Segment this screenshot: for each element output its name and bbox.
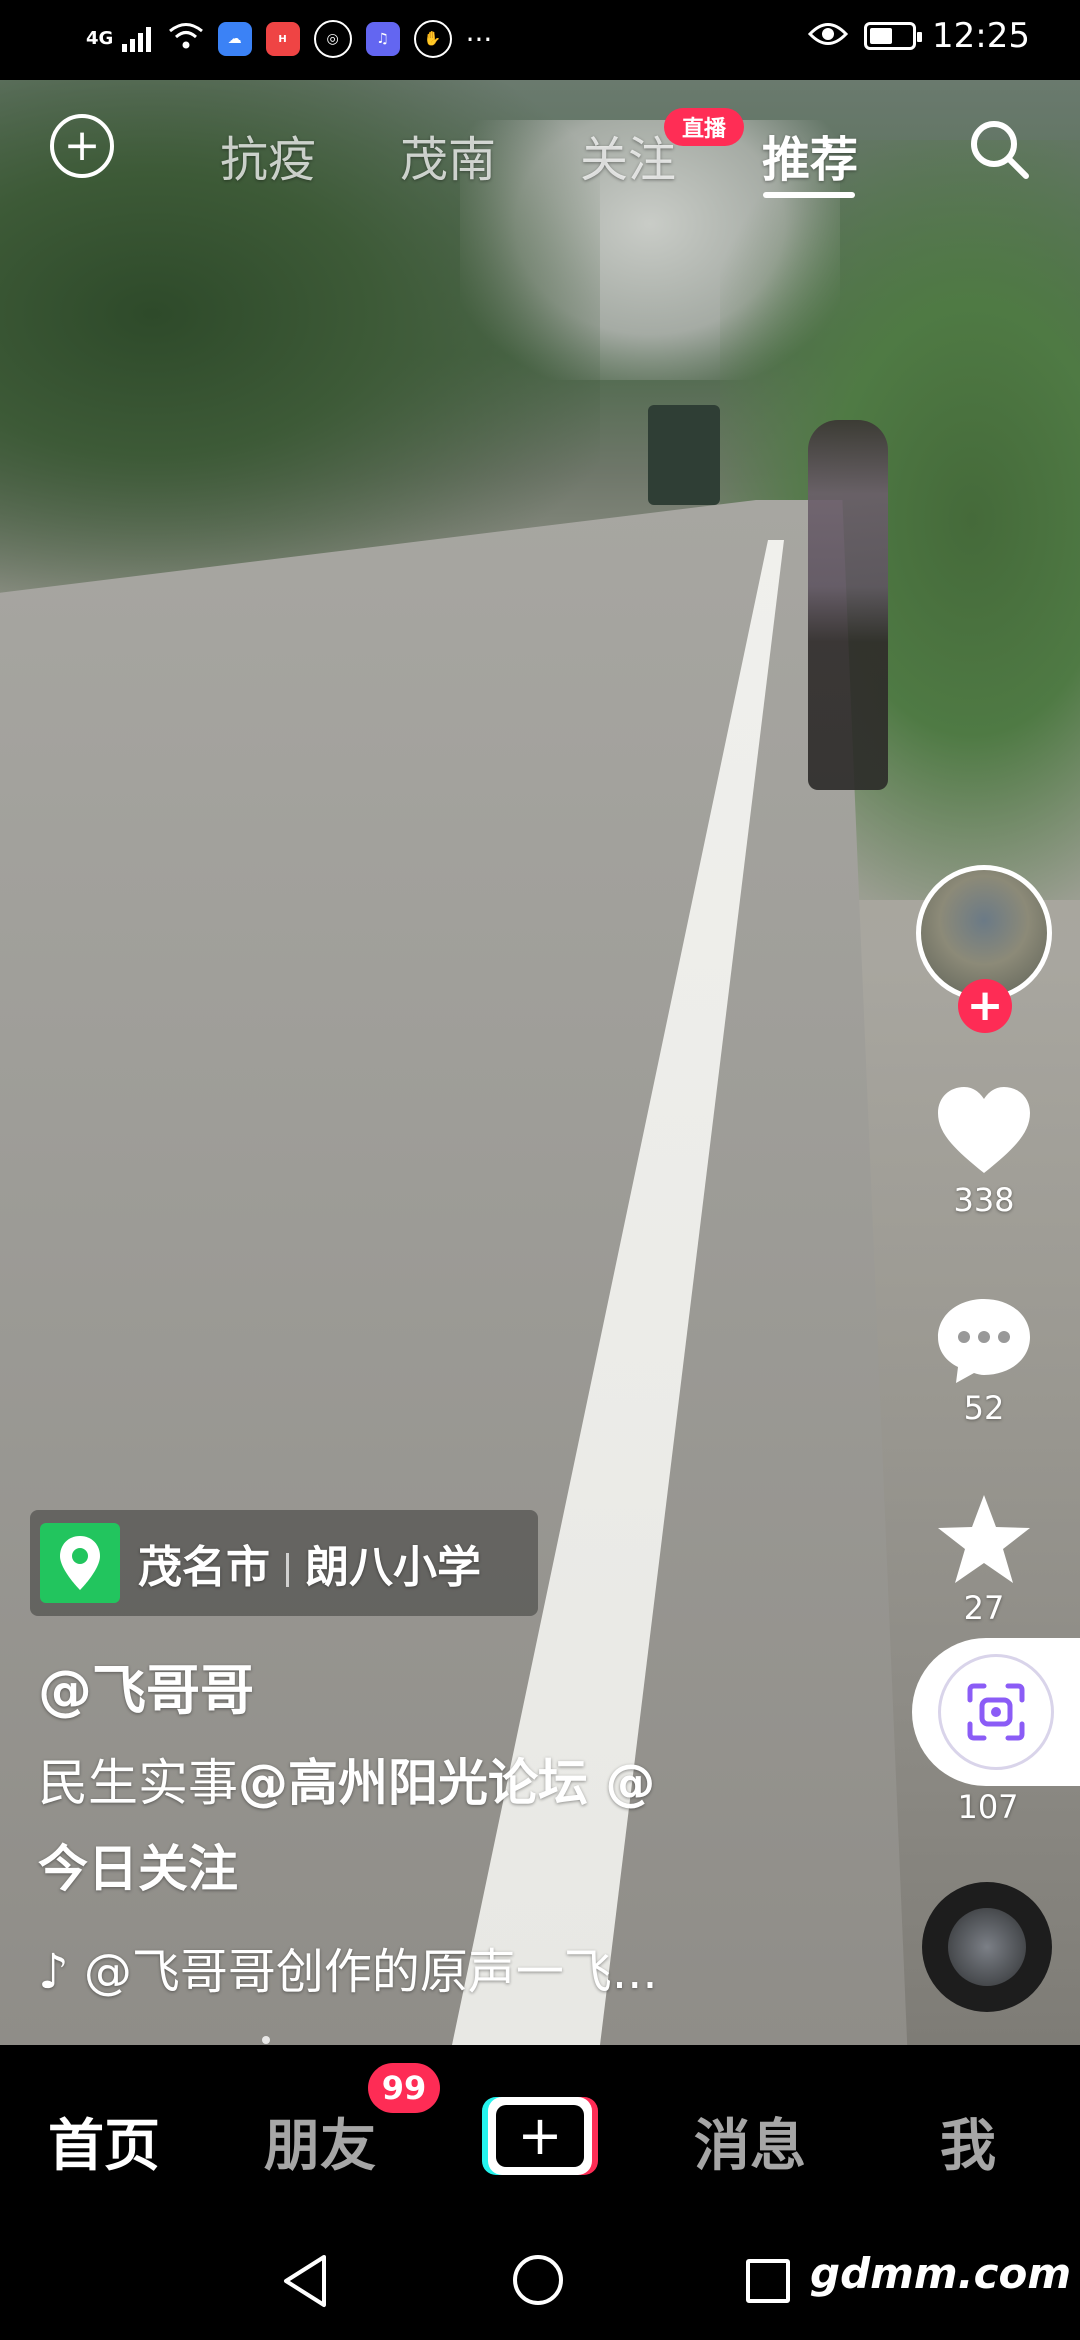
location-tag[interactable]: 茂名市 朗八小学 — [30, 1510, 538, 1616]
signal-icon: 4G — [86, 26, 154, 52]
status-icons-left: 4G ☁ H ◎ ♫ ✋ ··· — [86, 20, 492, 58]
bottom-tab-bar: 首页 朋友 99 + 消息 我 — [0, 2045, 1080, 2225]
author-name[interactable]: @飞哥哥 — [38, 1646, 254, 1725]
post-description: 民生实事@高州阳光论坛 @ 今日关注 — [38, 1740, 798, 1912]
system-nav-bar: gdmm.com — [0, 2225, 1080, 2340]
like-button[interactable]: 338 — [912, 1085, 1056, 1219]
battery-icon — [864, 22, 923, 50]
huawei-app-icon: H — [265, 22, 300, 56]
location-pin-icon — [40, 1523, 120, 1603]
search-icon[interactable] — [964, 114, 1034, 184]
favorite-count: 27 — [963, 1589, 1005, 1627]
watermark: gdmm.com — [810, 2249, 1072, 2298]
wifi-icon — [168, 22, 204, 56]
status-icons-right: 12:25 — [807, 16, 1030, 56]
tab-home[interactable]: 首页 — [48, 2101, 160, 2182]
eye-icon — [807, 16, 849, 56]
favorite-button[interactable]: 27 — [912, 1493, 1056, 1627]
desc-text: 民生实事 — [38, 1754, 238, 1812]
tab-me[interactable]: 我 — [940, 2101, 996, 2182]
comment-button[interactable]: 52 — [912, 1295, 1056, 1427]
music-disc[interactable] — [922, 1882, 1052, 2012]
tab-messages[interactable]: 消息 — [694, 2101, 806, 2182]
location-city: 茂名市 — [138, 1542, 270, 1593]
music-title[interactable]: ♪ @飞哥哥创作的原声一飞... — [38, 1932, 658, 2002]
add-circle-icon[interactable]: + — [50, 114, 114, 178]
browser-app-icon: ◎ — [313, 20, 352, 58]
top-nav: + 抗疫 茂南 关注 直播 推荐 — [0, 100, 1080, 200]
back-icon[interactable] — [280, 2253, 330, 2309]
comment-icon — [938, 1299, 1030, 1383]
follow-plus-icon[interactable]: + — [958, 979, 1012, 1033]
tab-following[interactable]: 关注 — [580, 120, 676, 190]
desc-line2[interactable]: 今日关注 — [38, 1840, 238, 1898]
share-count: 107 — [957, 1788, 1019, 1826]
create-button-face: + — [488, 2097, 592, 2175]
tab-recommended[interactable]: 推荐 — [762, 120, 858, 190]
weather-app-icon: ☁ — [217, 22, 252, 56]
music-app-icon: ♫ — [365, 22, 400, 56]
tab-friends[interactable]: 朋友 — [264, 2101, 376, 2182]
recent-apps-icon[interactable] — [746, 2259, 790, 2303]
star-icon — [938, 1495, 1030, 1583]
music-cover — [948, 1908, 1026, 1986]
video-person — [808, 420, 888, 790]
video-progress-dot[interactable] — [262, 2036, 270, 2044]
plus-icon: + — [496, 2105, 584, 2167]
tab-kangyi[interactable]: 抗疫 — [220, 120, 316, 190]
clock: 12:25 — [932, 16, 1030, 56]
live-badge: 直播 — [664, 108, 744, 146]
location-separator — [286, 1553, 289, 1587]
like-count: 338 — [953, 1181, 1015, 1219]
mention-tag-2[interactable]: @ — [588, 1754, 655, 1812]
lens-search-button[interactable] — [912, 1638, 1080, 1786]
tab-maonan[interactable]: 茂南 — [400, 120, 496, 190]
hand-app-icon: ✋ — [413, 20, 452, 58]
more-notifications-icon: ··· — [465, 22, 493, 56]
video-truck — [648, 405, 720, 505]
mention-tag[interactable]: @高州阳光论坛 — [238, 1754, 588, 1812]
location-place: 朗八小学 — [305, 1542, 481, 1593]
friends-badge: 99 — [368, 2063, 440, 2113]
heart-icon — [938, 1087, 1030, 1173]
active-tab-indicator — [763, 192, 855, 198]
home-icon[interactable] — [513, 2255, 563, 2305]
share-count-wrap: 107 — [916, 1788, 1060, 1826]
comment-count: 52 — [963, 1389, 1005, 1427]
status-bar: 4G ☁ H ◎ ♫ ✋ ··· 12:25 — [0, 0, 1080, 80]
camera-scan-icon — [938, 1654, 1054, 1770]
location-text: 茂名市 朗八小学 — [138, 1531, 481, 1595]
create-button[interactable]: + — [482, 2097, 598, 2175]
